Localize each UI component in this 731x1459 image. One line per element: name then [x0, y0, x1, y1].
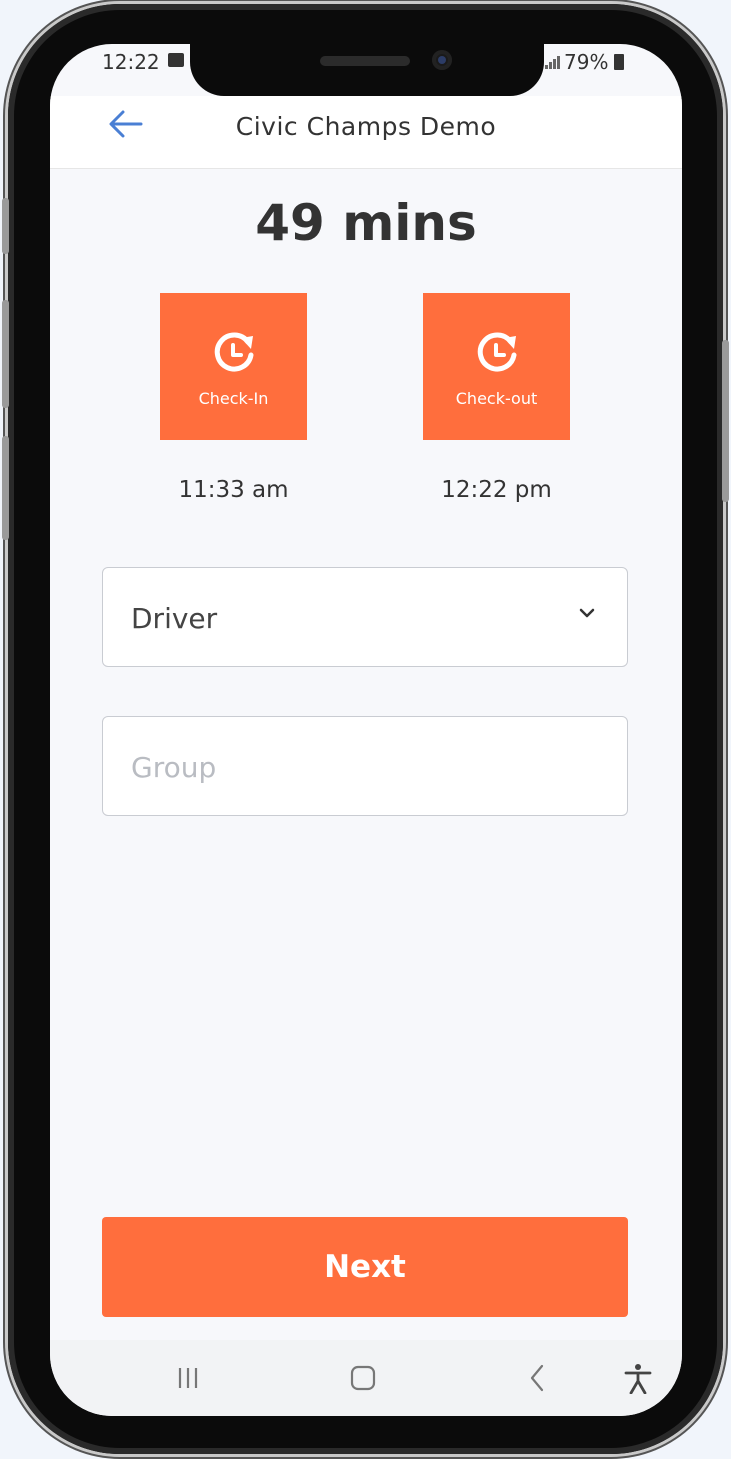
- group-input[interactable]: Group: [102, 716, 628, 816]
- check-out-label: Check-out: [455, 389, 538, 408]
- back-icon[interactable]: [518, 1362, 558, 1394]
- system-nav-bar: [50, 1340, 682, 1416]
- accessibility-icon[interactable]: [618, 1362, 658, 1394]
- battery-icon: [614, 54, 625, 70]
- gallery-notification-icon: [168, 53, 184, 67]
- status-time: 12:22: [102, 50, 160, 74]
- clock-refresh-icon: [477, 332, 516, 372]
- phone-side-button: [2, 300, 9, 408]
- phone-side-button: [2, 436, 9, 540]
- recent-apps-icon[interactable]: [168, 1362, 208, 1394]
- elapsed-duration: 49 mins: [255, 194, 477, 252]
- status-indicators: 79%: [545, 50, 625, 74]
- earpiece-speaker: [320, 56, 410, 66]
- battery-percent: 79%: [564, 50, 609, 74]
- page-title: Civic Champs Demo: [235, 112, 497, 141]
- camera-notch: [190, 44, 544, 96]
- phone-screen: 12:22 79% Civic Champs Demo 49 mins Chec…: [50, 44, 682, 1416]
- clock-refresh-icon: [214, 332, 253, 372]
- check-in-button[interactable]: Check-In: [160, 293, 307, 440]
- next-button[interactable]: Next: [102, 1217, 628, 1317]
- signal-icon: [545, 55, 560, 69]
- check-in-time: 11:33 am: [178, 477, 289, 503]
- front-camera: [432, 50, 452, 70]
- check-in-label: Check-In: [198, 389, 269, 408]
- chevron-down-icon: [579, 608, 595, 618]
- check-out-button[interactable]: Check-out: [423, 293, 570, 440]
- role-select[interactable]: Driver: [102, 567, 628, 667]
- phone-side-button: [722, 340, 729, 502]
- app-bar: Civic Champs Demo: [50, 96, 682, 169]
- check-out-time: 12:22 pm: [441, 477, 552, 503]
- home-icon[interactable]: [343, 1362, 383, 1394]
- phone-side-button: [2, 198, 9, 254]
- group-input-placeholder: Group: [131, 751, 217, 784]
- role-select-value: Driver: [131, 602, 218, 635]
